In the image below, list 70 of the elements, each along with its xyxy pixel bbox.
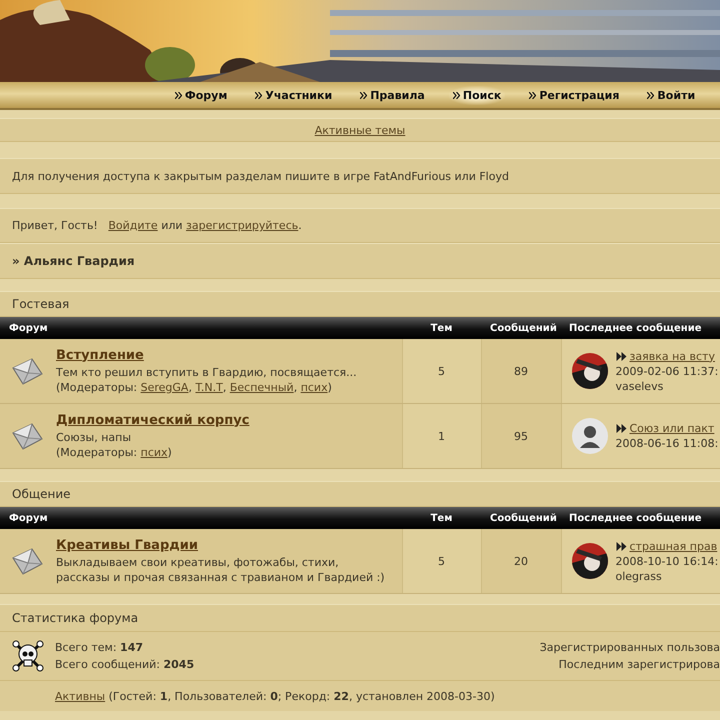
chevron-icon — [452, 92, 460, 98]
column-header: Тем — [402, 317, 481, 339]
nav-link[interactable]: Войти — [643, 86, 700, 104]
last-registered-text: Последним зарегистрирова — [558, 657, 720, 673]
forum-description: Союзы, напы — [56, 430, 132, 444]
nav-link[interactable]: Правила — [356, 86, 429, 104]
last-post-link[interactable]: заявка на всту — [630, 348, 715, 364]
chevron-icon — [529, 92, 536, 98]
envelope-icon — [10, 546, 44, 576]
column-header: Форум — [0, 317, 402, 339]
moderators-text: (Модераторы: псих) — [56, 444, 173, 460]
skull-icon — [12, 640, 44, 672]
envelope-icon — [10, 421, 44, 451]
column-header: Тем — [402, 507, 481, 529]
nav-link[interactable]: Форум — [170, 86, 232, 104]
category-title: Общение — [12, 487, 71, 501]
column-header: Последнее сообщение — [561, 317, 720, 339]
column-header: Форум — [0, 507, 402, 529]
register-link[interactable]: зарегистрируйтесь — [186, 219, 298, 232]
topics-total: Всего тем: 147 — [55, 640, 144, 656]
forum-link[interactable]: Дипломатический корпус — [56, 412, 250, 428]
nav-link[interactable]: Поиск — [448, 86, 506, 104]
post-count: 95 — [514, 430, 528, 442]
breadcrumb: » Альянс Гвардия — [12, 254, 135, 268]
column-header: Сообщений — [481, 317, 561, 339]
forum-link[interactable]: Вступление — [56, 348, 144, 362]
nav-link[interactable]: Участники — [251, 86, 336, 104]
double-arrow-icon — [616, 352, 626, 360]
active-topics-link[interactable]: Активные темы — [314, 124, 406, 136]
last-post-date: 2008-10-10 16:14: — [616, 554, 718, 568]
last-post-link[interactable]: Союз или пакт — [630, 421, 714, 436]
stats-title-text: Статистика форума — [12, 611, 138, 625]
column-header: Последнее сообщение — [561, 507, 720, 529]
moderator-link[interactable]: Беспечный — [230, 380, 294, 394]
registered-users-text: Зарегистрированных пользова — [540, 640, 720, 656]
forum-description: Тем кто решил вступить в Гвардию, посвящается... — [56, 364, 357, 380]
avatar-icon — [572, 418, 608, 454]
moderator-link[interactable]: SeregGA — [140, 380, 188, 394]
chevron-icon — [647, 92, 654, 98]
forum-link[interactable]: Креативы Гвардии — [56, 538, 198, 552]
last-post-author: olegrass — [616, 568, 663, 584]
last-post-date: 2008-06-16 11:08: — [616, 436, 718, 451]
category-title: Гостевая — [12, 297, 70, 311]
moderator-link[interactable]: T.N.T — [195, 380, 223, 394]
last-post-link[interactable]: страшная прав — [630, 538, 718, 554]
moderator-link[interactable]: псих — [300, 380, 328, 394]
posts-total: Всего сообщений: 2045 — [55, 657, 194, 673]
topic-count: 5 — [438, 364, 445, 378]
post-count: 20 — [514, 554, 528, 568]
forum-description: Выкладываем свои креативы, фотожабы, стихи, рассказы и прочая связанная с травианом и Гвардией :) — [56, 554, 386, 584]
last-post-date: 2009-02-06 11:37: — [616, 364, 718, 378]
chevron-icon — [255, 92, 262, 98]
chevron-icon — [174, 92, 182, 98]
envelope-icon — [10, 356, 44, 386]
post-count: 89 — [514, 364, 528, 378]
last-post-author: vaselevs — [616, 378, 664, 394]
notice-text: Для получения доступа к закрытым разделам пишите в игре FatAndFurious или Floyd — [12, 170, 509, 182]
topic-count: 1 — [438, 430, 445, 442]
online-text: Активны (Гостей: 1, Пользователей: 0; Рекорд: 22, установлен 2008-03-30) — [55, 690, 495, 702]
chevron-icon — [360, 92, 368, 98]
double-arrow-icon — [616, 542, 626, 550]
login-link[interactable]: Войдите — [108, 219, 158, 232]
moderator-link[interactable]: псих — [140, 446, 168, 458]
topic-count: 5 — [438, 554, 445, 568]
double-arrow-icon — [616, 424, 626, 433]
online-link[interactable]: Активны — [55, 690, 106, 702]
column-header: Сообщений — [481, 507, 561, 529]
nav-link[interactable]: Регистрация — [525, 86, 624, 104]
moderators-text: (Модераторы: SeregGA, T.N.T, Беспечный, псих) — [56, 380, 333, 394]
greeting-text: Привет, Гость! Войдите или зарегистрируйтесь. — [12, 219, 302, 232]
